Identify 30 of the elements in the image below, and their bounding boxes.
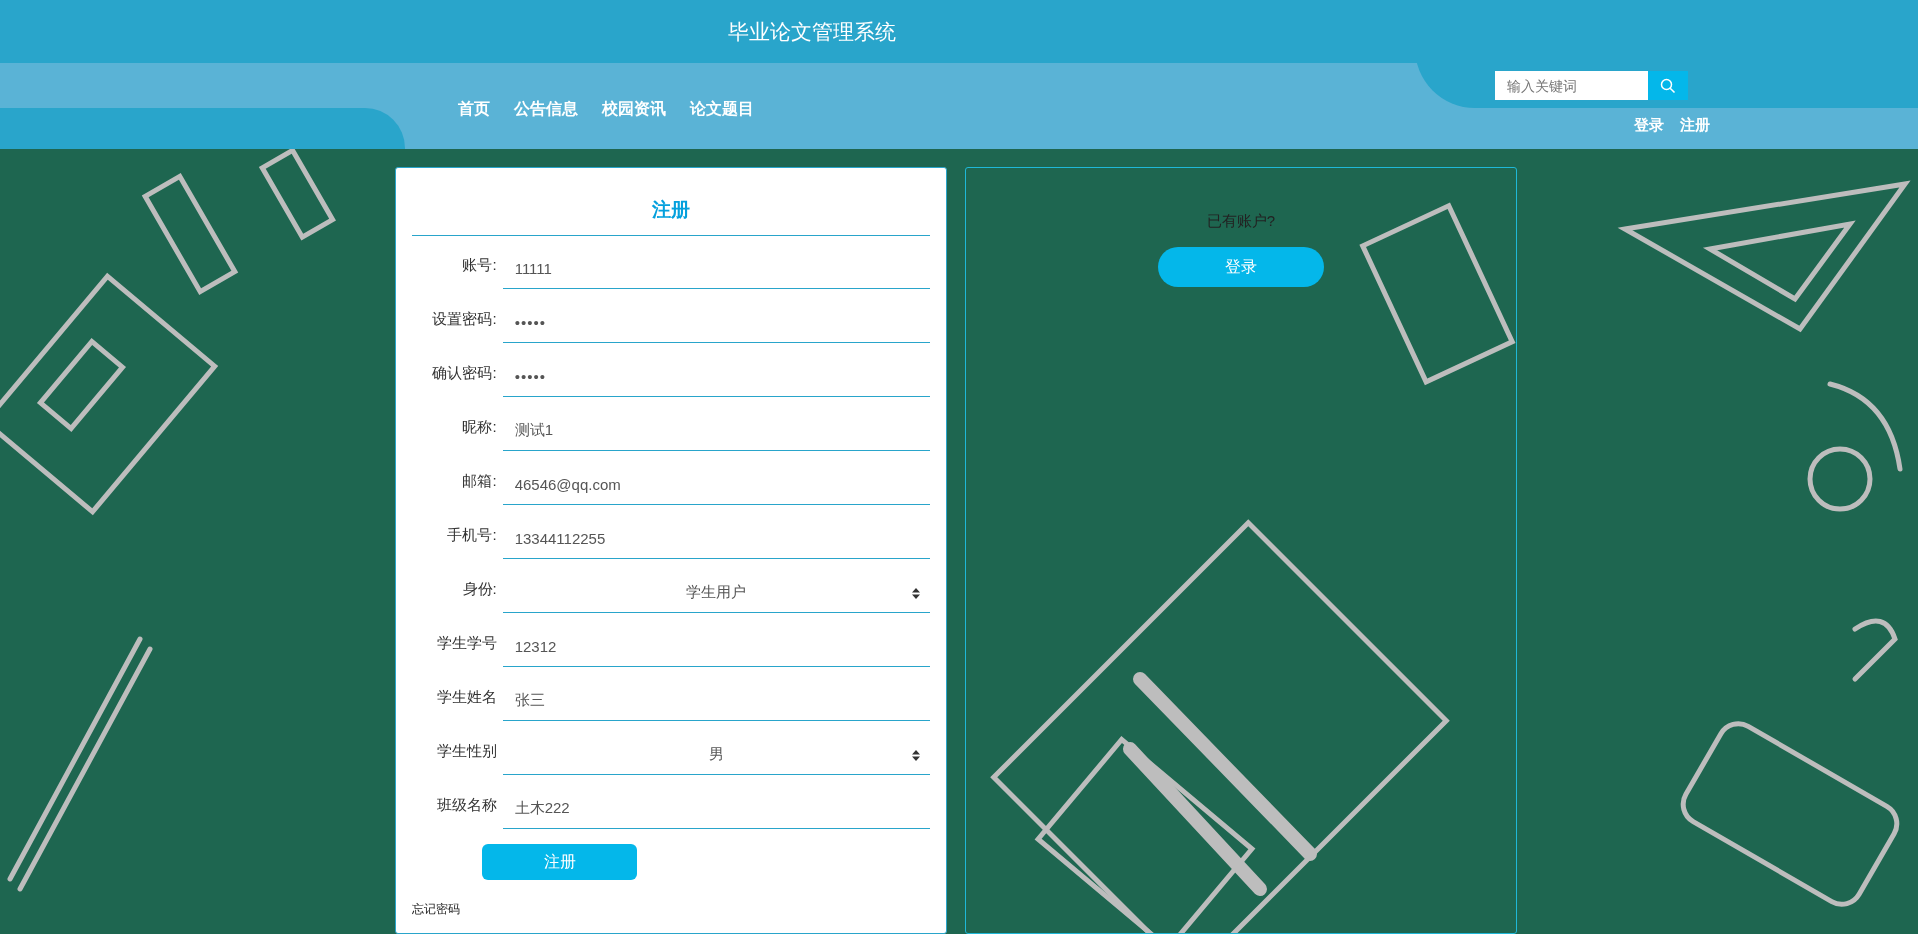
field-label: 身份:	[461, 578, 498, 599]
field-label: 手机号:	[446, 524, 498, 545]
input-field[interactable]: 11111	[502, 249, 930, 289]
field-label: 确认密码:	[431, 362, 498, 383]
select-field[interactable]: 学生用户	[502, 573, 930, 613]
field-label: 学生学号	[435, 632, 498, 653]
field-label: 昵称:	[461, 416, 498, 437]
field-label: 学生姓名	[435, 686, 498, 707]
select-field[interactable]: 男	[502, 735, 930, 775]
password-field[interactable]: •••••	[502, 357, 930, 397]
account-prompt: 已有账户?	[1206, 211, 1276, 231]
sort-arrows-icon	[912, 587, 920, 599]
password-field[interactable]: •••••	[502, 303, 930, 343]
field-label: 设置密码:	[431, 308, 498, 329]
input-field[interactable]: 土木222	[502, 789, 930, 829]
sort-arrows-icon	[912, 749, 920, 761]
forgot-password-link[interactable]: 忘记密码	[412, 899, 460, 918]
input-field[interactable]: 13344112255	[502, 519, 930, 559]
input-field[interactable]: 46546@qq.com	[502, 465, 930, 505]
field-label: 学生性别	[435, 740, 498, 761]
form-title: 注册	[651, 198, 691, 222]
field-label: 班级名称	[435, 794, 498, 815]
field-label: 账号:	[461, 254, 498, 275]
input-field[interactable]: 张三	[502, 681, 930, 721]
search-icon	[1660, 77, 1676, 94]
site-title: 毕业论文管理系统	[727, 19, 896, 45]
input-field[interactable]: 12312	[502, 627, 930, 667]
input-field[interactable]: 测试1	[502, 411, 930, 451]
field-label: 邮箱:	[461, 470, 498, 491]
search-button[interactable]	[1648, 71, 1688, 100]
